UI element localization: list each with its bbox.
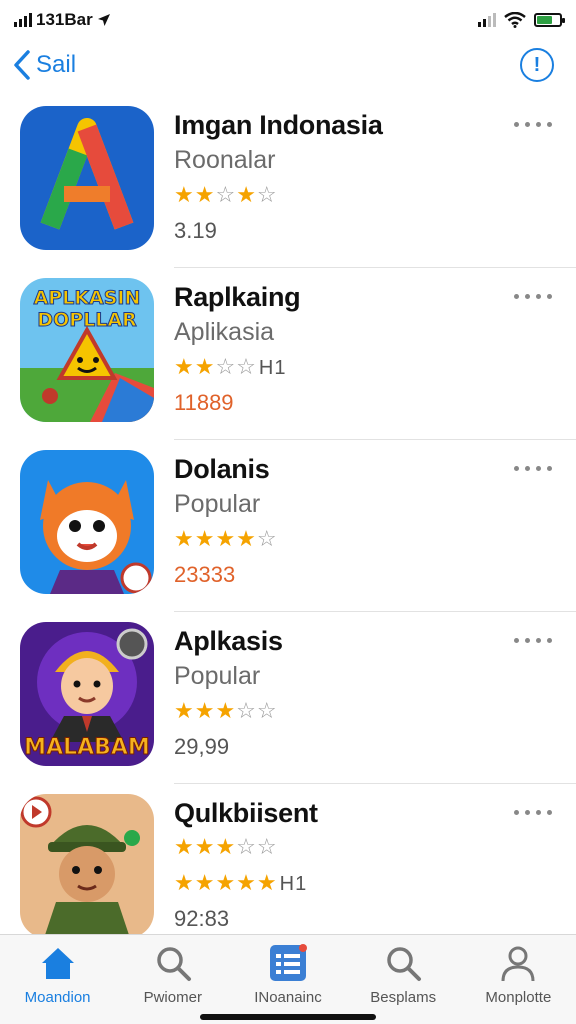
more-options-button[interactable] — [514, 122, 552, 127]
more-options-button[interactable] — [514, 810, 552, 815]
rating-stars: ★★☆★☆ — [174, 182, 278, 207]
app-icon-soldier-character — [20, 794, 154, 938]
app-meta: 3.19 — [174, 218, 217, 243]
rating-stars: ★★★☆☆ — [174, 834, 278, 859]
tab-profile[interactable]: Monplotte — [463, 943, 573, 1024]
rating-count: H1 — [279, 873, 308, 895]
tab-label: Besplams — [370, 989, 437, 1006]
icon-text: MALABAM — [24, 735, 150, 760]
back-button[interactable]: Sail — [12, 49, 76, 81]
search-icon — [387, 947, 422, 981]
back-label: Sail — [36, 51, 77, 78]
battery-icon — [534, 13, 565, 27]
signal-icon — [14, 13, 32, 27]
tab-search-2[interactable]: Besplams — [348, 943, 458, 1024]
app-icon-fox-character — [20, 450, 154, 594]
person-icon — [501, 946, 535, 982]
list-icon — [269, 944, 307, 981]
home-icon — [41, 948, 74, 979]
more-options-button[interactable] — [514, 466, 552, 471]
app-row[interactable]: Qulkbiisent ★★★☆☆ ★★★★★ H1 92:83 — [0, 784, 576, 956]
app-meta: 11889 — [174, 390, 234, 415]
info-label: ! — [533, 53, 541, 76]
tab-label: INoanainc — [254, 989, 322, 1006]
status-right — [478, 12, 565, 28]
app-row[interactable]: APLKASIN DOPLLAR Raplkaing Aplikasia ★★☆… — [0, 268, 576, 440]
app-icon-a-logo — [20, 106, 154, 250]
nav-bar: Sail ! — [0, 40, 576, 90]
app-title: Aplkasis — [174, 626, 283, 656]
info-button[interactable]: ! — [520, 48, 554, 82]
rating-stars: ★★☆☆ H1 — [174, 354, 287, 379]
tab-label: Pwiomer — [143, 989, 202, 1006]
tab-home[interactable]: Moandion — [3, 943, 113, 1024]
status-bar: 131Bar — [0, 0, 576, 40]
app-meta: 29,99 — [174, 734, 230, 759]
icon-text: DOPLLAR — [37, 309, 137, 331]
rating-stars: ★★★★☆ — [174, 526, 278, 551]
app-row[interactable]: Imgan Indonasia Roonalar ★★☆★☆ 3.19 — [0, 96, 576, 268]
app-list: Imgan Indonasia Roonalar ★★☆★☆ 3.19 APLK… — [0, 96, 576, 956]
app-subtitle: Roonalar — [174, 146, 276, 174]
app-row[interactable]: MALABAM Aplkasis Popular ★★★☆☆ 29,99 — [0, 612, 576, 784]
rating-count: H1 — [258, 357, 287, 379]
app-title: Dolanis — [174, 454, 270, 484]
more-options-button[interactable] — [514, 294, 552, 299]
tab-list[interactable]: INoanainc — [233, 943, 343, 1024]
app-subtitle: Popular — [174, 490, 261, 518]
app-meta: 23333 — [174, 562, 236, 587]
app-row[interactable]: Dolanis Popular ★★★★☆ 23333 — [0, 440, 576, 612]
status-left: 131Bar — [14, 10, 111, 30]
status-time: 131Bar — [36, 10, 93, 29]
home-indicator[interactable] — [200, 1014, 376, 1020]
app-icon-adventure-game: APLKASIN DOPLLAR — [20, 278, 154, 422]
app-icon-hero-character: MALABAM — [20, 622, 154, 766]
tab-search[interactable]: Pwiomer — [118, 943, 228, 1024]
chevron-left-icon — [14, 50, 30, 80]
app-subtitle: Popular — [174, 662, 261, 690]
rating-stars: ★★★☆☆ — [174, 698, 278, 723]
tab-label: Moandion — [24, 989, 91, 1006]
app-title: Imgan Indonasia — [174, 110, 383, 140]
location-arrow-icon — [97, 14, 110, 26]
app-title: Qulkbiisent — [174, 798, 318, 828]
app-meta: 92:83 — [174, 906, 230, 931]
rating-stars: ★★★★★ H1 — [174, 870, 308, 895]
icon-text: APLKASIN — [34, 287, 141, 309]
app-title: Raplkaing — [174, 282, 301, 312]
app-subtitle: Aplikasia — [174, 318, 275, 346]
tab-bar: Moandion Pwiomer INoanainc Besplams Monp… — [0, 934, 576, 1024]
more-options-button[interactable] — [514, 638, 552, 643]
wifi-icon — [504, 12, 526, 28]
tab-label: Monplotte — [485, 989, 552, 1006]
cellular-icon — [478, 13, 496, 27]
search-icon — [157, 947, 191, 981]
